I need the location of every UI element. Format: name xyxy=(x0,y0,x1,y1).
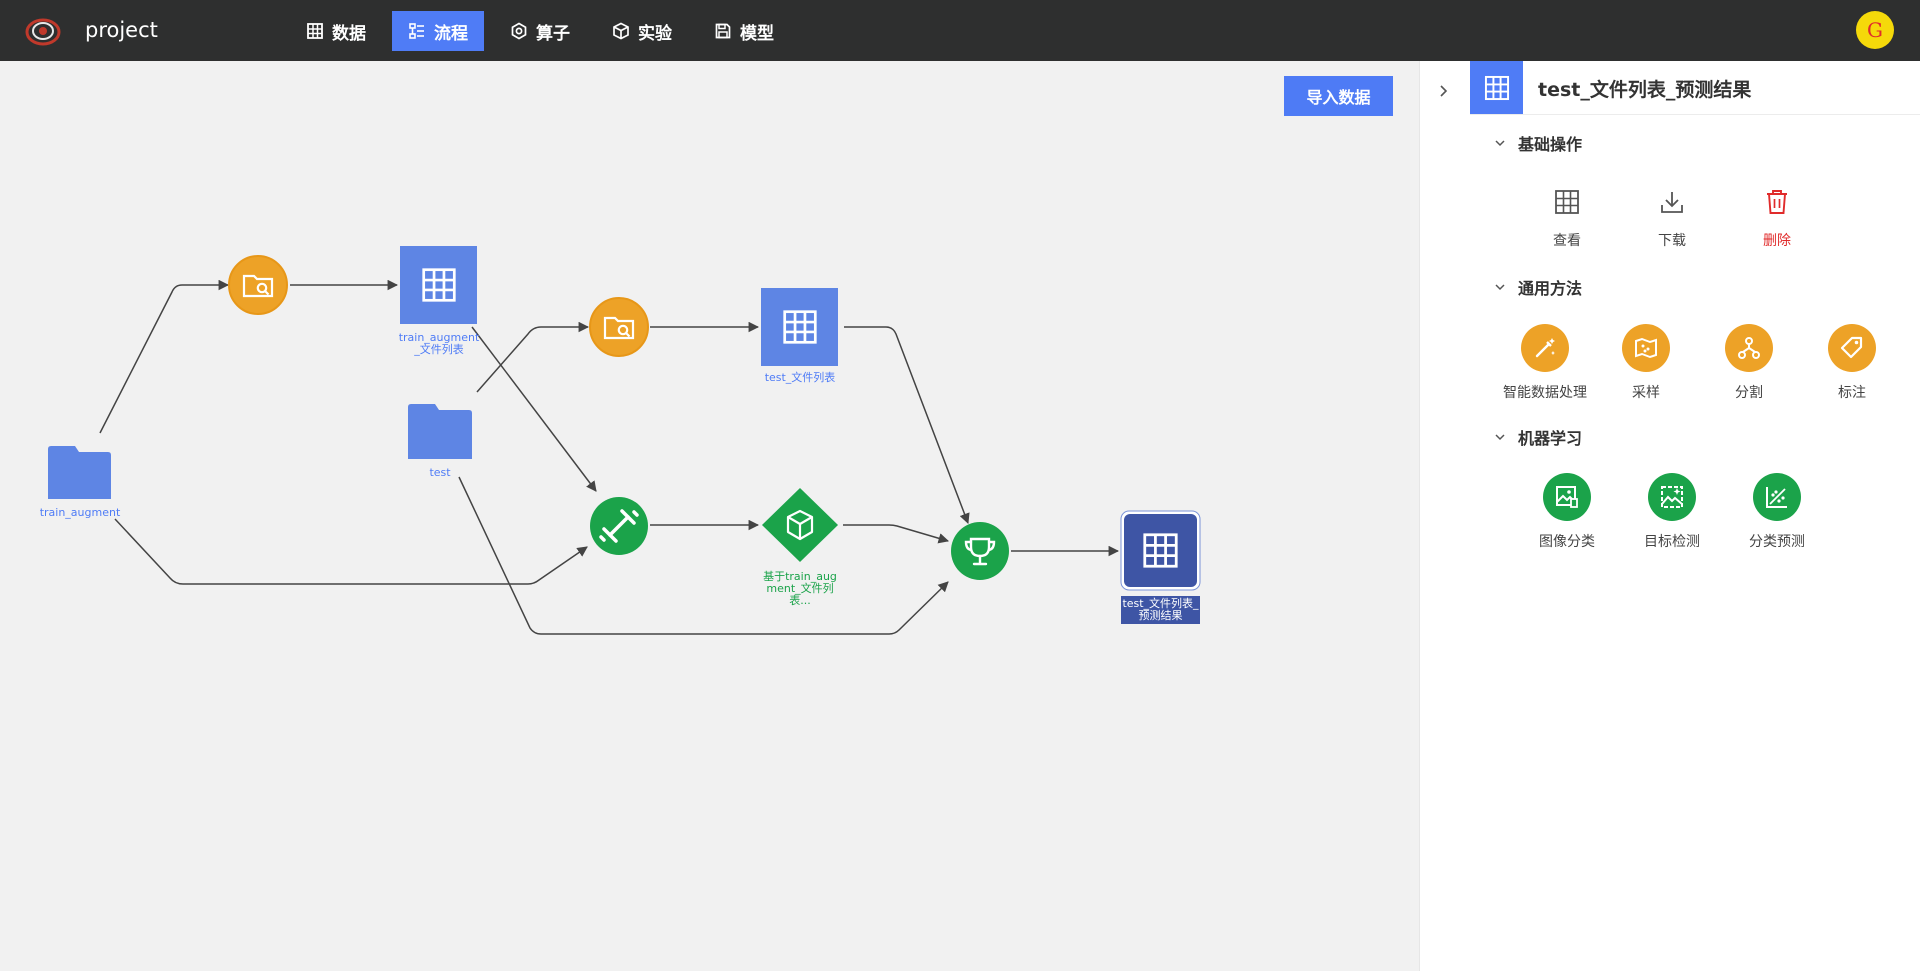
node-detail-panel: test_文件列表_预测结果 基础操作 查看 下载 删除 通用方法 智能数据处理… xyxy=(1470,61,1920,971)
object-detection-button[interactable]: 目标检测 xyxy=(1627,473,1717,551)
section-basic-ops[interactable]: 基础操作 xyxy=(1494,131,1582,155)
test-list-node[interactable] xyxy=(761,288,838,366)
split-icon xyxy=(1738,337,1760,359)
edge xyxy=(114,518,588,585)
view-label: 查看 xyxy=(1553,233,1581,249)
annotate-label: 标注 xyxy=(1838,385,1866,401)
user-avatar[interactable]: G xyxy=(1856,11,1894,49)
edge xyxy=(843,524,950,544)
download-label: 下载 xyxy=(1658,233,1686,249)
chevron-down-icon xyxy=(1495,434,1505,441)
train-augment-list-node[interactable] xyxy=(400,246,477,324)
section-general-methods-label: 通用方法 xyxy=(1518,279,1583,298)
section-basic-ops-label: 基础操作 xyxy=(1518,135,1583,154)
section-machine-learning[interactable]: 机器学习 xyxy=(1494,425,1582,449)
table-icon xyxy=(1470,61,1523,114)
panel-collapse-strip xyxy=(1419,61,1471,971)
data-filter-node-1[interactable] xyxy=(228,255,288,315)
edge xyxy=(99,279,230,434)
scatter-chart-icon xyxy=(1766,487,1787,508)
chevron-down-icon xyxy=(1495,140,1505,147)
model-node[interactable] xyxy=(762,488,838,562)
train-augment-folder-node[interactable] xyxy=(48,446,111,499)
view-button[interactable]: 查看 xyxy=(1522,184,1612,250)
data-filter-node-2[interactable] xyxy=(589,297,649,357)
edge xyxy=(471,326,597,492)
train-augment-folder-label: train_augment xyxy=(39,506,121,519)
test-folder-label: test xyxy=(429,466,451,479)
result-node-selected[interactable] xyxy=(1120,510,1201,591)
classification-predict-label: 分类预测 xyxy=(1749,534,1805,550)
image-classification-label: 图像分类 xyxy=(1539,534,1595,550)
trash-icon xyxy=(1767,190,1787,214)
panel-title: test_文件列表_预测结果 xyxy=(1538,79,1752,101)
magic-wand-icon xyxy=(1535,338,1555,358)
object-detection-label: 目标检测 xyxy=(1644,534,1700,550)
section-machine-learning-label: 机器学习 xyxy=(1518,429,1583,448)
smart-processing-label: 智能数据处理 xyxy=(1503,385,1587,401)
test-folder-node[interactable] xyxy=(408,404,472,459)
annotate-button[interactable]: 标注 xyxy=(1807,324,1897,402)
sampling-icon xyxy=(1635,337,1657,359)
classification-predict-button[interactable]: 分类预测 xyxy=(1732,473,1822,551)
download-icon xyxy=(1661,192,1683,213)
object-detection-icon xyxy=(1661,486,1683,508)
tag-icon xyxy=(1840,336,1863,359)
model-node-label: 基于train_augment_文件列表... xyxy=(763,570,837,607)
train-augment-list-label: train_augment_文件列表 xyxy=(398,331,480,356)
result-node-label: test_文件列表_预测结果 xyxy=(1121,596,1200,624)
table-icon xyxy=(1555,190,1579,214)
split-label: 分割 xyxy=(1735,385,1763,401)
flow-graph xyxy=(48,246,1201,635)
section-general-methods[interactable]: 通用方法 xyxy=(1494,275,1582,299)
delete-label: 删除 xyxy=(1763,233,1791,249)
train-node[interactable] xyxy=(590,497,648,555)
sampling-label: 采样 xyxy=(1632,385,1660,401)
delete-button[interactable]: 删除 xyxy=(1732,184,1822,250)
image-classification-icon xyxy=(1556,486,1578,508)
edge xyxy=(844,326,970,524)
edge xyxy=(476,321,590,393)
evaluate-node[interactable] xyxy=(951,522,1009,580)
chevron-down-icon xyxy=(1495,284,1505,291)
smart-processing-button[interactable]: 智能数据处理 xyxy=(1495,324,1595,402)
chevron-right-icon[interactable] xyxy=(1437,84,1451,98)
panel-header: test_文件列表_预测结果 xyxy=(1470,61,1920,115)
test-list-label: test_文件列表 xyxy=(764,371,836,384)
split-button[interactable]: 分割 xyxy=(1704,324,1794,402)
sampling-button[interactable]: 采样 xyxy=(1601,324,1691,402)
edge xyxy=(458,476,949,635)
download-button[interactable]: 下载 xyxy=(1627,184,1717,250)
image-classification-button[interactable]: 图像分类 xyxy=(1522,473,1612,551)
